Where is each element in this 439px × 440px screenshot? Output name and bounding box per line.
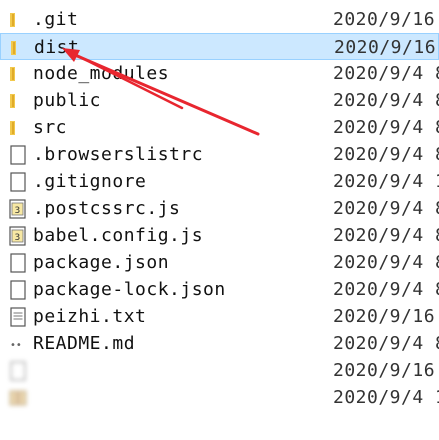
text-file-icon: [8, 307, 28, 327]
file-name: package.json: [33, 252, 170, 273]
file-row[interactable]: dist 2020/9/16 1: [0, 33, 439, 60]
file-name: .postcssrc.js: [33, 198, 181, 219]
file-name: node_modules: [33, 63, 170, 84]
file-row[interactable]: •• README.md 2020/9/4 8:: [0, 330, 439, 357]
file-name: package-lock.json: [33, 279, 226, 300]
file-date-modified: 2020/9/16 1: [334, 37, 439, 58]
file-date-modified: 2020/9/16 2: [333, 306, 439, 327]
file-row[interactable]: src 2020/9/4 8:: [0, 114, 439, 141]
file-row[interactable]: public 2020/9/4 8:: [0, 87, 439, 114]
svg-text:••: ••: [10, 340, 22, 351]
folder-icon: [9, 38, 29, 58]
svg-text:3: 3: [15, 206, 21, 216]
file-row[interactable]: .gitignore 2020/9/4 10: [0, 168, 439, 195]
folder-icon: [8, 64, 28, 84]
file-icon: [8, 172, 28, 192]
file-date-modified: 2020/9/4 8:: [333, 144, 439, 165]
file-name: src: [33, 117, 68, 138]
file-row[interactable]: node_modules 2020/9/4 8:: [0, 60, 439, 87]
file-row[interactable]: package-lock.json 2020/9/4 8:: [0, 276, 439, 303]
file-row[interactable]: package.json 2020/9/4 8:: [0, 249, 439, 276]
archive-icon: [8, 388, 28, 408]
file-date-modified: 2020/9/4 11: [333, 387, 439, 408]
file-icon: [8, 361, 28, 381]
js-file-icon: 3: [8, 199, 28, 219]
file-date-modified: 2020/9/4 8:: [333, 252, 439, 273]
file-date-modified: 2020/9/4 8:: [333, 333, 439, 354]
file-name: peizhi.txt: [33, 306, 147, 327]
file-name: .browserslistrc: [33, 144, 204, 165]
file-row[interactable]: .browserslistrc 2020/9/4 8:: [0, 141, 439, 168]
file-date-modified: 2020/9/4 8:: [333, 198, 439, 219]
folder-icon: [8, 118, 28, 138]
file-date-modified: 2020/9/4 8:: [333, 90, 439, 111]
file-row[interactable]: 2020/9/16 1: [0, 357, 439, 384]
file-date-modified: 2020/9/4 8:: [333, 63, 439, 84]
file-date-modified: 2020/9/16 2: [333, 9, 439, 30]
folder-icon: [8, 10, 28, 30]
file-date-modified: 2020/9/4 8:: [333, 117, 439, 138]
file-row[interactable]: 3 babel.config.js 2020/9/4 8:: [0, 222, 439, 249]
file-name: .git: [33, 9, 79, 30]
file-name: public: [33, 90, 102, 111]
folder-icon: [8, 91, 28, 111]
file-date-modified: 2020/9/4 10: [333, 171, 439, 192]
file-list: .git2020/9/16 2dist2020/9/16 1node_modul…: [0, 6, 439, 411]
file-row[interactable]: 2020/9/4 11: [0, 384, 439, 411]
file-date-modified: 2020/9/4 8:: [333, 225, 439, 246]
file-date-modified: 2020/9/16 1: [333, 360, 439, 381]
file-icon: [8, 253, 28, 273]
file-row[interactable]: 3 .postcssrc.js 2020/9/4 8:: [0, 195, 439, 222]
file-row[interactable]: peizhi.txt 2020/9/16 2: [0, 303, 439, 330]
svg-text:3: 3: [15, 233, 21, 243]
file-name: .gitignore: [33, 171, 147, 192]
file-icon: [8, 280, 28, 300]
file-name: dist: [34, 37, 80, 58]
file-icon: [8, 145, 28, 165]
file-date-modified: 2020/9/4 8:: [333, 279, 439, 300]
file-name: README.md: [33, 333, 136, 354]
markdown-file-icon: ••: [8, 334, 28, 354]
file-name: babel.config.js: [33, 225, 204, 246]
js-file-icon: 3: [8, 226, 28, 246]
file-row[interactable]: .git 2020/9/16 2: [0, 6, 439, 33]
